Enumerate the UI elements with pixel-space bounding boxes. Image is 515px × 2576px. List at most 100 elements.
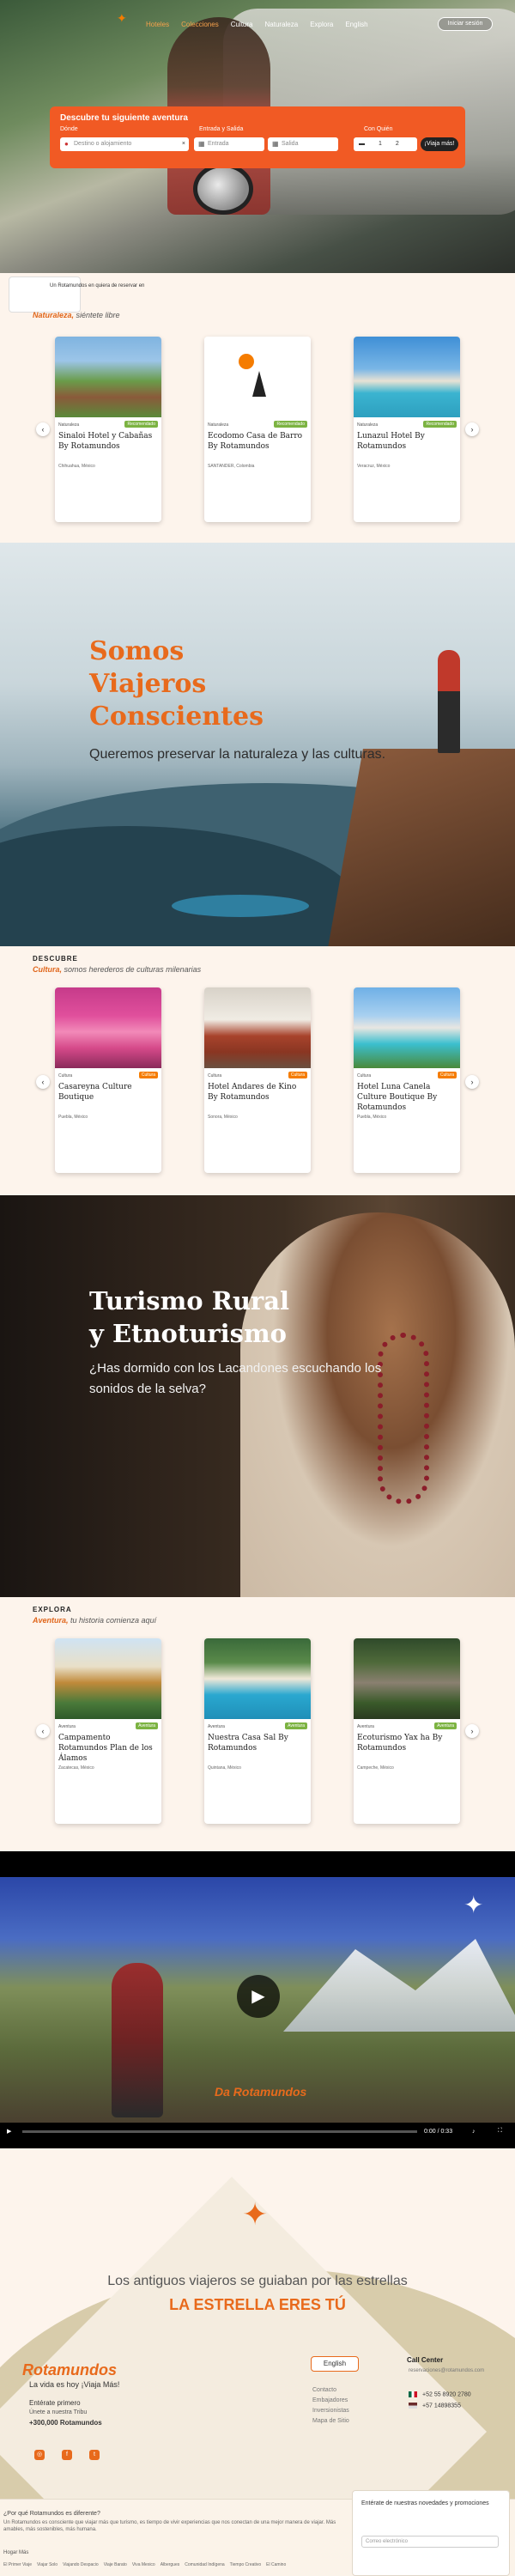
card-title: Hotel Luna Canela Culture Boutique By Ro… xyxy=(357,1083,438,1112)
bottom-link[interactable]: Viaje Barato xyxy=(104,2562,127,2567)
explore-card-2[interactable]: Aventura Aventura Nuestra Casa Sal By Ro… xyxy=(204,1638,311,1824)
card-location: Quintana, México xyxy=(208,1765,241,1771)
card-badge: Recomendado xyxy=(124,421,158,428)
search-button[interactable]: ¡Viaja más! xyxy=(421,137,458,151)
video-controls: ▶ 0:00 / 0:33 ♪ ⛶ xyxy=(0,2124,515,2138)
bottom-link[interactable]: Viva Mexico xyxy=(132,2562,155,2567)
nav-colecciones[interactable]: Colecciones xyxy=(181,21,219,28)
nav-cultura[interactable]: Cultura xyxy=(231,21,253,28)
phone-co[interactable]: +57 14898355 xyxy=(409,2403,461,2409)
card-location: Puebla, México xyxy=(357,1115,387,1120)
hogar-label: Hogar Más xyxy=(3,2550,29,2555)
explore-label: EXPLORA xyxy=(33,1606,72,1613)
culture-card-1[interactable]: Cultura Cultura Casareyna Culture Boutiq… xyxy=(55,987,161,1173)
card-location: SANTANDER, Colombia xyxy=(208,464,255,469)
login-button[interactable]: Iniciar sesión xyxy=(438,17,493,31)
bottom-link[interactable]: El Primer Viaje xyxy=(3,2562,32,2567)
volume-icon[interactable]: ♪ xyxy=(472,2129,476,2135)
culture-next-arrow[interactable]: › xyxy=(465,1075,479,1089)
explore-card-1[interactable]: Aventura Aventura Campamento Rotamundos … xyxy=(55,1638,161,1824)
nature-prev-arrow[interactable]: ‹ xyxy=(36,422,50,436)
card-image xyxy=(204,987,311,1068)
culture-card-2[interactable]: Cultura Cultura Hotel Andares de Kino By… xyxy=(204,987,311,1173)
logo-star-icon[interactable]: ✦ xyxy=(117,11,127,26)
guests-selector[interactable]: ▬ 1 2 xyxy=(354,137,417,151)
footer-link-embajadores[interactable]: Embajadores xyxy=(312,2396,349,2406)
phone-mx[interactable]: +52 55 8920 2780 xyxy=(409,2391,471,2397)
language-button[interactable]: English xyxy=(311,2356,359,2372)
play-button[interactable]: ▶ xyxy=(237,1975,280,2018)
rural-subtitle: ¿Has dormido con los Lacandones escuchan… xyxy=(89,1361,382,1396)
card-image xyxy=(55,987,161,1068)
bottom-link[interactable]: Albergues xyxy=(161,2562,180,2567)
mexico-flag-icon xyxy=(409,2391,417,2397)
card-title: Ecoturismo Yax ha By Rotamundos xyxy=(357,1734,443,1753)
join-title: Entérate primero xyxy=(29,2399,81,2407)
card-image xyxy=(354,1638,460,1719)
instagram-icon[interactable]: ◎ xyxy=(34,2450,45,2460)
search-card: Descubre tu siguiente aventura Dónde Ent… xyxy=(50,106,465,168)
nav-english[interactable]: English xyxy=(345,21,367,28)
card-title: Sinaloi Hotel y Cabañas By Rotamundos xyxy=(58,432,153,451)
bottom-link[interactable]: El Camino xyxy=(266,2562,286,2567)
footer-logo[interactable]: Rotamundos xyxy=(22,2361,117,2379)
nav-naturaleza[interactable]: Naturaleza xyxy=(265,21,299,28)
card-image xyxy=(354,337,460,417)
card-badge: Cultura xyxy=(437,1072,457,1078)
facebook-icon[interactable]: f xyxy=(62,2450,72,2460)
culture-card-3[interactable]: Cultura Cultura Hotel Luna Canela Cultur… xyxy=(354,987,460,1173)
card-badge: Cultura xyxy=(288,1072,307,1078)
bottom-link[interactable]: Viajando Despacio xyxy=(63,2562,99,2567)
nav-explora[interactable]: Explora xyxy=(310,21,333,28)
clear-icon[interactable]: × xyxy=(182,137,185,151)
bottom-link[interactable]: Viajar Solo xyxy=(37,2562,58,2567)
nature-card-2[interactable]: Naturaleza Recomendado Ecodomo Casa de B… xyxy=(204,337,311,522)
video-progress[interactable] xyxy=(22,2130,417,2133)
checkout-input[interactable]: ▦ Salida xyxy=(268,137,338,151)
culture-label: DESCUBRE xyxy=(33,955,78,963)
nav-hoteles[interactable]: Hoteles xyxy=(146,21,169,28)
fullscreen-icon[interactable]: ⛶ xyxy=(498,2128,502,2135)
card-badge: Recomendado xyxy=(423,421,457,428)
card-location: Puebla, México xyxy=(58,1115,88,1120)
bottom-links: El Primer Viaje Viajar Solo Viajando Des… xyxy=(3,2562,286,2567)
bottom-link[interactable]: Comunidad Indígena xyxy=(185,2562,224,2567)
destination-input[interactable]: ● Destino o alojamiento × xyxy=(60,137,189,151)
nature-card-1[interactable]: Naturaleza Recomendado Sinaloi Hotel y C… xyxy=(55,337,161,522)
explore-prev-arrow[interactable]: ‹ xyxy=(36,1724,50,1738)
explore-next-arrow[interactable]: › xyxy=(465,1724,479,1738)
footer-link-mapa[interactable]: Mapa de Sitio xyxy=(312,2416,349,2427)
card-badge: Aventura xyxy=(136,1722,158,1729)
twitter-icon[interactable]: t xyxy=(89,2450,100,2460)
promo-banner[interactable] xyxy=(9,276,81,313)
card-location: Veracruz, México xyxy=(357,464,391,469)
call-center-email[interactable]: reservaciones@rotamundos.com xyxy=(409,2368,484,2373)
star-headline: LA ESTRELLA ERES TÚ xyxy=(169,2296,346,2313)
nature-card-3[interactable]: Naturaleza Recomendado Lunazul Hotel By … xyxy=(354,337,460,522)
join-sub: Únete a nuestra Tribu xyxy=(29,2409,88,2415)
culture-prev-arrow[interactable]: ‹ xyxy=(36,1075,50,1089)
hero-mirror xyxy=(193,163,253,215)
newsletter-box: Entérate de nuestras novedades y promoci… xyxy=(352,2490,510,2576)
newsletter-email-input[interactable]: Correo electrónico xyxy=(361,2536,499,2548)
hiker-figure xyxy=(438,650,460,753)
explore-card-3[interactable]: Aventura Aventura Ecoturismo Yax ha By R… xyxy=(354,1638,460,1824)
checkin-input[interactable]: ▦ Entrada xyxy=(194,137,264,151)
nature-next-arrow[interactable]: › xyxy=(465,422,479,436)
mountain-banner xyxy=(0,543,515,946)
card-title: Ecodomo Casa de Barro By Rotamundos xyxy=(208,432,303,451)
bottom-link[interactable]: Tiempo Creativo xyxy=(230,2562,262,2567)
play-icon[interactable]: ▶ xyxy=(7,2128,11,2135)
footer-link-contacto[interactable]: Contacto xyxy=(312,2385,349,2396)
location-pin-icon: ● xyxy=(64,140,69,148)
why-question: ¿Por qué Rotamundos es diferente? xyxy=(3,2511,100,2517)
card-badge: Aventura xyxy=(434,1722,457,1729)
card-image xyxy=(354,987,460,1068)
guests-kids: 2 xyxy=(395,141,399,147)
footer-link-inversionistas[interactable]: Inversionistas xyxy=(312,2406,349,2416)
label-dates: Entrada y Salida xyxy=(199,126,244,132)
call-center-title: Call Center xyxy=(407,2356,444,2364)
star-icon: ✦ xyxy=(464,1892,484,1918)
label-where: Dónde xyxy=(60,126,78,132)
star-line: Los antiguos viajeros se guiaban por las… xyxy=(107,2274,408,2288)
